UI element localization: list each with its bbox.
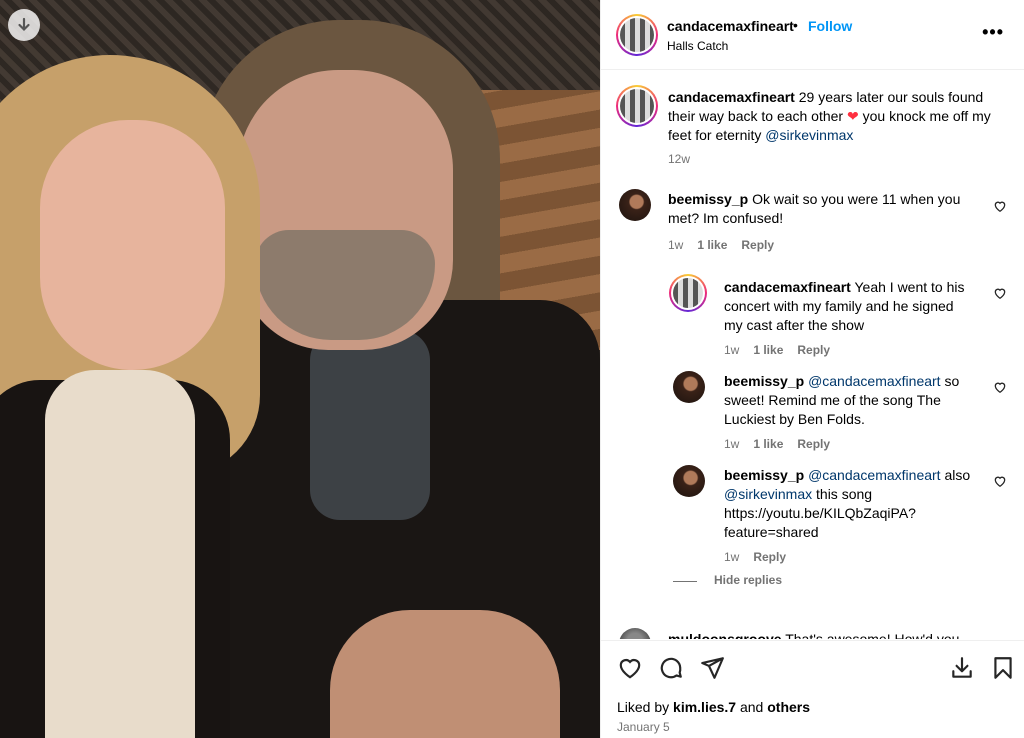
post-side-panel: candacemaxfineart • Follow Halls Catch •… [600,0,1024,738]
post-location[interactable]: Halls Catch [667,39,728,53]
photo-hand [330,610,560,738]
save-bookmark-icon[interactable] [990,655,1016,681]
like-comment-icon[interactable] [993,286,1007,300]
reply-avatar[interactable] [673,465,705,497]
caption-username[interactable]: candacemaxfineart [668,89,795,105]
reply-meta: 1w 1 like Reply [724,343,831,357]
liked-by-others[interactable]: others [767,699,810,715]
comment-text: beemissy_p Ok wait so you were 11 when y… [668,191,961,226]
reply-likes[interactable]: 1 like [753,437,783,451]
comment-text: muldoonsgroove That's awesome! How'd you [668,631,960,639]
photo-woman-blouse [45,370,195,738]
photo-woman-face [40,120,225,370]
comment-avatar[interactable] [619,628,651,639]
reply-text: candacemaxfineart Yeah I went to his con… [724,279,965,333]
comments-list[interactable]: candacemaxfineart 29 years later our sou… [601,71,1024,639]
more-options-icon[interactable]: ••• [982,22,1004,43]
reply-text: beemissy_p @candacemaxfineart also @sirk… [724,467,971,540]
reply-avatar[interactable] [669,274,707,312]
reply-meta: 1w Reply [724,550,787,564]
hide-replies-line [673,581,697,582]
liked-by-user[interactable]: kim.lies.7 [673,699,736,715]
scroll-down-button[interactable] [8,9,40,41]
post-date[interactable]: January 5 [617,720,670,734]
hide-replies-button[interactable]: Hide replies [714,573,782,587]
reply-text: beemissy_p @candacemaxfineart so sweet! … [724,373,960,427]
post-photo[interactable] [0,0,600,738]
comment-likes[interactable]: 1 like [697,238,727,252]
red-heart-emoji: ❤ [847,108,859,124]
share-paper-plane-icon[interactable] [699,655,725,681]
follow-button[interactable]: Follow [808,18,852,34]
reply-button[interactable]: Reply [741,238,774,252]
reply-avatar[interactable] [673,371,705,403]
comment-avatar[interactable] [619,189,651,221]
like-comment-icon[interactable] [993,199,1007,213]
separator-dot: • [793,17,798,33]
mention-link[interactable]: @candacemaxfineart [808,373,941,389]
post-header: candacemaxfineart • Follow Halls Catch •… [601,0,1024,70]
reply-button[interactable]: Reply [753,550,786,564]
download-icon[interactable] [949,655,975,681]
reply-meta: 1w 1 like Reply [724,437,831,451]
caption-avatar[interactable] [616,85,658,127]
mention-link[interactable]: @sirkevinmax [765,127,853,143]
comment-bubble-icon[interactable] [658,655,684,681]
caption-time[interactable]: 12w [668,152,690,166]
like-comment-icon[interactable] [993,380,1007,394]
mention-link[interactable]: @candacemaxfineart [808,467,941,483]
author-avatar[interactable] [616,14,658,56]
reply-likes[interactable]: 1 like [753,343,783,357]
reply-button[interactable]: Reply [797,437,830,451]
mention-link[interactable]: @sirkevinmax [724,486,812,502]
photo-man-scarf [310,330,430,520]
post-actions: Liked by kim.lies.7 and others January 5 [601,640,1024,738]
like-comment-icon[interactable] [993,474,1007,488]
like-heart-icon[interactable] [617,655,643,681]
arrow-down-icon [18,17,30,32]
author-username[interactable]: candacemaxfineart [667,18,794,34]
comment-meta: 1w 1 like Reply [668,238,775,252]
liked-by-text: Liked by kim.lies.7 and others [617,699,811,715]
reply-button[interactable]: Reply [797,343,830,357]
caption-text: candacemaxfineart 29 years later our sou… [668,89,991,143]
